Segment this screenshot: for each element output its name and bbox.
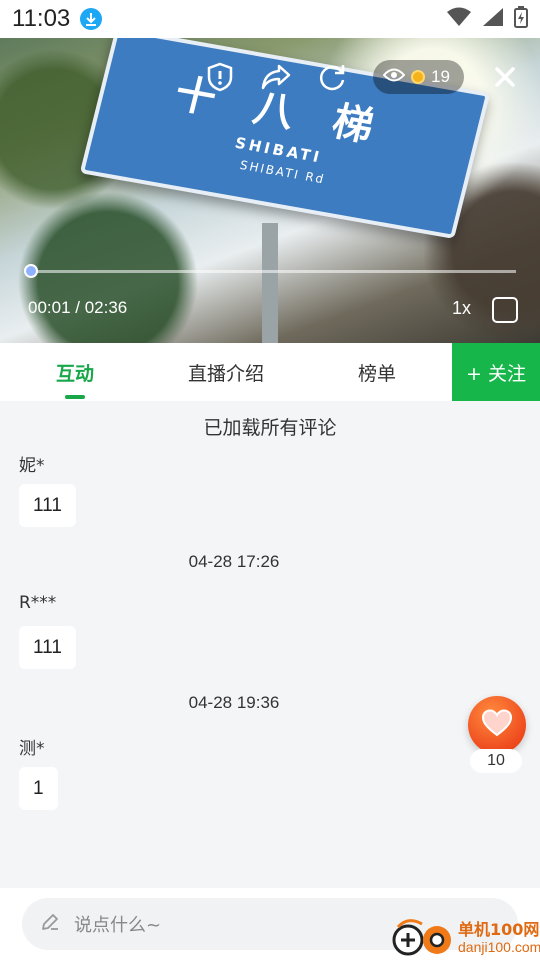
video-player[interactable]: 十八梯 SHIBATI SHIBATI Rd 19 00:01 / 02:36 … bbox=[0, 38, 540, 343]
comment-time: 04-28 17:26 bbox=[188, 552, 280, 571]
eye-icon bbox=[382, 67, 406, 87]
follow-button[interactable]: + 关注 bbox=[452, 343, 540, 401]
comment-author: 妮* bbox=[19, 456, 45, 476]
fullscreen-icon[interactable] bbox=[492, 297, 518, 323]
watermark-cn: 单机100网 bbox=[458, 920, 540, 939]
comment-bubble: 1 bbox=[19, 767, 58, 810]
like-button[interactable] bbox=[468, 696, 526, 754]
watermark-logo bbox=[392, 918, 452, 958]
status-time: 11:03 bbox=[12, 5, 71, 32]
status-bar: 11:03 bbox=[0, 0, 540, 38]
comment-author: R*** bbox=[19, 593, 57, 613]
comment-bubble: 111 bbox=[19, 484, 76, 527]
like-count: 10 bbox=[470, 749, 522, 773]
viewer-count: 19 bbox=[431, 67, 450, 86]
tab-interaction[interactable]: 互动 bbox=[0, 343, 150, 401]
tab-interaction-label: 互动 bbox=[55, 362, 94, 385]
progress-handle[interactable] bbox=[24, 264, 39, 278]
comment-list[interactable]: 已加载所有评论 妮* 111 04-28 17:26 R*** 111 04-2… bbox=[0, 401, 540, 888]
video-top-controls: 19 bbox=[205, 60, 520, 94]
download-icon bbox=[80, 8, 103, 30]
tab-ranking[interactable]: 榜单 bbox=[302, 343, 452, 401]
watermark-en: danji100.com bbox=[458, 939, 540, 955]
refresh-icon[interactable] bbox=[317, 62, 347, 92]
comment-author: 测* bbox=[19, 739, 45, 759]
time-separator: / bbox=[70, 298, 85, 317]
comment-input-placeholder: 说点什么~ bbox=[74, 915, 162, 936]
comment-bubble: 111 bbox=[19, 626, 76, 669]
wifi-icon bbox=[446, 7, 472, 31]
report-icon[interactable] bbox=[205, 62, 235, 92]
playback-speed-button[interactable]: 1x bbox=[452, 298, 471, 319]
all-comments-loaded-note: 已加载所有评论 bbox=[203, 417, 337, 439]
comment-time: 04-28 19:36 bbox=[188, 693, 280, 712]
tab-bar: 互动 直播介绍 榜单 + 关注 bbox=[0, 343, 540, 401]
duration: 02:36 bbox=[84, 298, 128, 317]
current-time: 00:01 bbox=[28, 298, 71, 317]
coin-icon bbox=[411, 70, 426, 84]
tab-live-intro-label: 直播介绍 bbox=[187, 362, 264, 385]
sign-pole bbox=[262, 223, 278, 343]
tab-active-indicator bbox=[65, 395, 85, 399]
progress-bar[interactable] bbox=[24, 264, 516, 278]
battery-icon bbox=[514, 6, 528, 32]
watermark: 单机100网 danji100.com bbox=[392, 918, 540, 958]
time-label: 00:01 / 02:36 bbox=[28, 298, 127, 318]
viewer-pill: 19 bbox=[373, 60, 464, 94]
tab-ranking-label: 榜单 bbox=[357, 362, 396, 385]
tab-live-intro[interactable]: 直播介绍 bbox=[150, 343, 302, 401]
heart-icon bbox=[481, 709, 513, 741]
edit-icon bbox=[40, 912, 60, 936]
close-icon[interactable] bbox=[490, 62, 520, 92]
signal-icon bbox=[482, 7, 504, 31]
share-icon[interactable] bbox=[261, 62, 291, 92]
